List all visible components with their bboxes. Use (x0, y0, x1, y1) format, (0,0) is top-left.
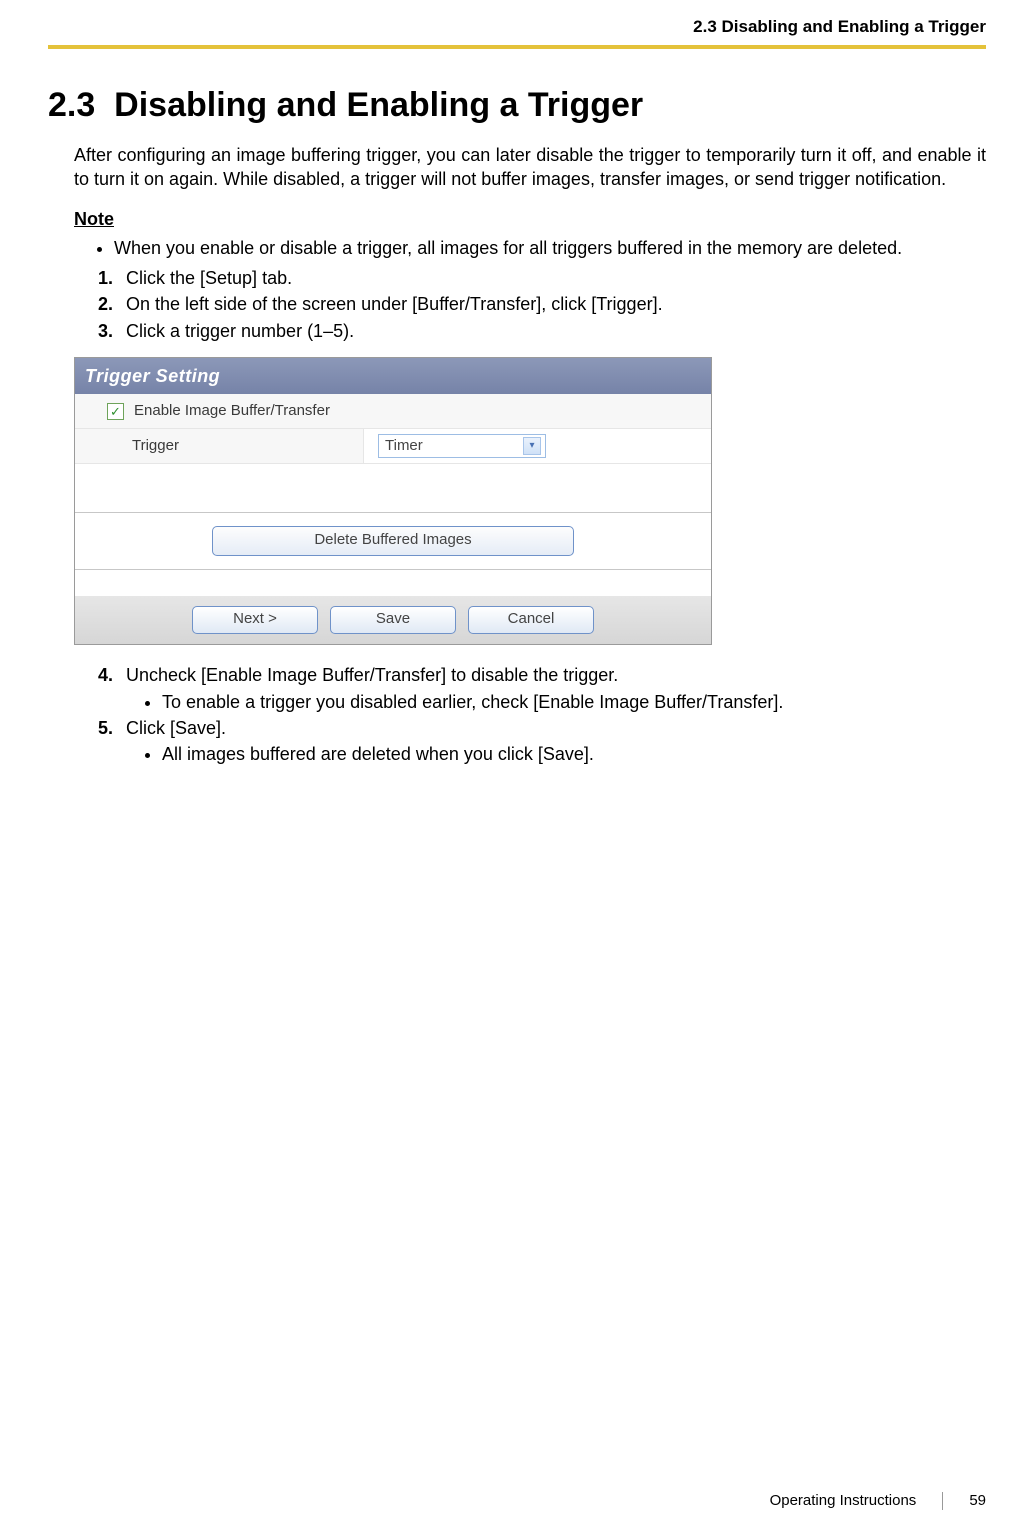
step-5-text: Click [Save]. (126, 718, 226, 738)
step-3: Click a trigger number (1–5). (98, 319, 986, 343)
step-5-bullet: All images buffered are deleted when you… (162, 742, 986, 766)
step-4: Uncheck [Enable Image Buffer/Transfer] t… (98, 663, 986, 714)
note-label: Note (74, 207, 986, 231)
trigger-label: Trigger (132, 436, 179, 456)
running-header: 2.3 Disabling and Enabling a Trigger (48, 0, 986, 45)
chevron-down-icon: ▾ (523, 437, 541, 455)
page-footer: Operating Instructions 59 (770, 1491, 986, 1511)
panel-footer: Next > Save Cancel (75, 596, 711, 644)
footer-page-number: 59 (969, 1491, 986, 1511)
delete-buffered-images-button[interactable]: Delete Buffered Images (212, 526, 574, 556)
save-button[interactable]: Save (330, 606, 456, 634)
step-4-text: Uncheck [Enable Image Buffer/Transfer] t… (126, 665, 618, 685)
trigger-dropdown[interactable]: Timer ▾ (378, 434, 546, 458)
section-heading: 2.3 Disabling and Enabling a Trigger (48, 83, 986, 129)
step-5: Click [Save]. All images buffered are de… (98, 716, 986, 767)
cancel-button[interactable]: Cancel (468, 606, 594, 634)
footer-doc-title: Operating Instructions (770, 1491, 917, 1511)
section-number: 2.3 (48, 86, 95, 124)
step-2: On the left side of the screen under [Bu… (98, 292, 986, 316)
section-title: Disabling and Enabling a Trigger (114, 86, 643, 124)
accent-rule (48, 45, 986, 49)
enable-checkbox[interactable]: ✓ (107, 403, 124, 420)
note-item: When you enable or disable a trigger, al… (114, 236, 986, 260)
trigger-setting-panel: Trigger Setting ✓ Enable Image Buffer/Tr… (74, 357, 712, 645)
enable-label: Enable Image Buffer/Transfer (134, 401, 330, 421)
next-button[interactable]: Next > (192, 606, 318, 634)
panel-title-bar: Trigger Setting (75, 358, 711, 394)
footer-divider (942, 1492, 943, 1510)
trigger-dropdown-value: Timer (385, 436, 423, 456)
intro-paragraph: After configuring an image buffering tri… (74, 143, 986, 192)
step-1: Click the [Setup] tab. (98, 266, 986, 290)
step-4-bullet: To enable a trigger you disabled earlier… (162, 690, 986, 714)
